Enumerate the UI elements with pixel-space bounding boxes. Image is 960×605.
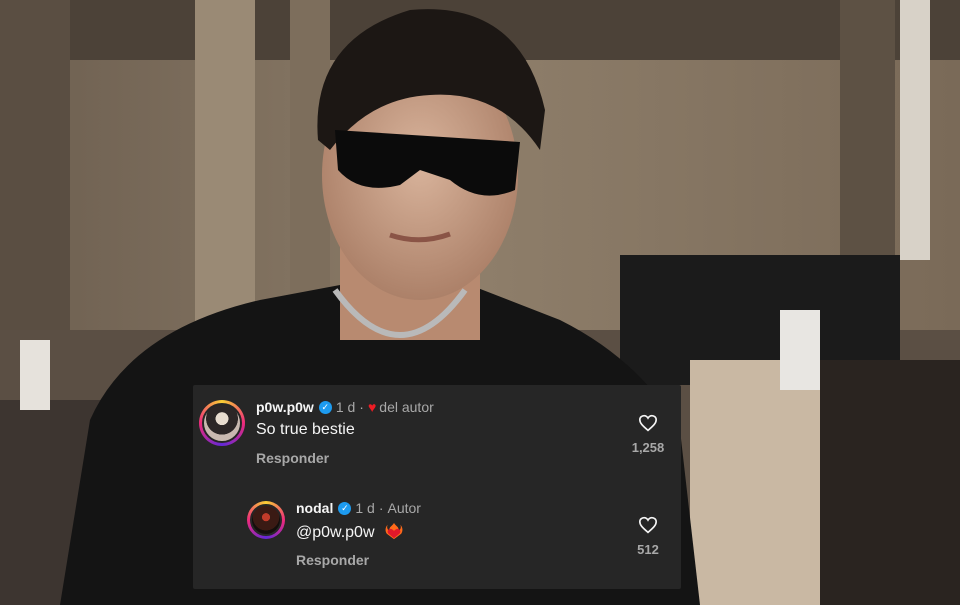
comment-1-separator: · xyxy=(359,399,364,415)
comment-1-reply-button[interactable]: Responder xyxy=(256,450,329,466)
comment-1-like-count: 1,258 xyxy=(631,440,665,455)
comment-2-meta: nodal ✓ 1 d · Autor xyxy=(296,500,421,516)
comment-2-time: 1 d xyxy=(355,500,375,516)
comment-2-username[interactable]: nodal xyxy=(296,500,333,516)
comment-2-text-row: @p0w.p0w xyxy=(296,522,403,542)
comment-1-meta: p0w.p0w ✓ 1 d · ♥ del autor xyxy=(256,399,434,415)
avatar-nodal[interactable] xyxy=(247,501,285,539)
comment-2-separator: · xyxy=(378,500,384,516)
comment-1-username[interactable]: p0w.p0w xyxy=(256,399,314,415)
comment-2-author-label: Autor xyxy=(387,500,421,516)
comment-2-like: 512 xyxy=(626,516,670,557)
comment-1-author-like: del autor xyxy=(379,399,434,415)
comment-2-like-count: 512 xyxy=(637,542,659,557)
comment-1-like: 1,258 xyxy=(626,414,670,455)
verified-badge-icon: ✓ xyxy=(338,501,352,515)
comment-thread-card: p0w.p0w ✓ 1 d · ♥ del autor So true best… xyxy=(193,385,681,589)
heart-on-fire-icon xyxy=(385,522,403,540)
heart-outline-icon[interactable] xyxy=(638,414,658,432)
heart-outline-icon[interactable] xyxy=(638,516,658,534)
comment-2-reply-button[interactable]: Responder xyxy=(296,552,369,568)
verified-badge-icon: ✓ xyxy=(318,400,332,414)
liked-by-author-heart-icon: ♥ xyxy=(367,399,377,415)
avatar-p0w-p0w[interactable] xyxy=(199,400,245,446)
comment-2-mention[interactable]: @p0w.p0w xyxy=(296,524,375,541)
comment-1-time: 1 d xyxy=(335,399,356,415)
comment-1-text: So true bestie xyxy=(256,421,355,438)
